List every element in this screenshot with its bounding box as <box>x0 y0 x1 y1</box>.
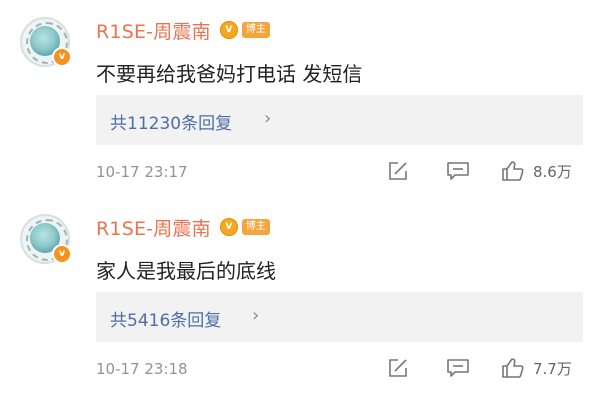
replies-count: 共5416条回复 <box>110 311 222 331</box>
share-button[interactable] <box>387 357 409 379</box>
comment-text: 家人是我最后的底线 <box>96 259 276 283</box>
share-button[interactable] <box>387 160 409 182</box>
comment-icon <box>446 160 470 182</box>
username[interactable]: R1SE-周震南 <box>96 214 211 241</box>
reply-button[interactable] <box>446 160 470 182</box>
vip-level-icon: V <box>219 218 238 236</box>
avatar[interactable]: v <box>20 17 72 67</box>
thumbs-up-icon <box>501 357 525 379</box>
view-replies-button[interactable]: 共5416条回复 › <box>96 292 583 342</box>
reply-button[interactable] <box>446 357 470 379</box>
comment-icon <box>446 357 470 379</box>
author-badge: 博主 <box>241 219 270 235</box>
view-replies-button[interactable]: 共11230条回复 › <box>96 95 583 145</box>
like-count: 8.6万 <box>533 162 572 181</box>
comment-item: v R1SE-周震南 V 博主 家人是我最后的底线 共5416条回复 › 10-… <box>0 197 600 394</box>
username[interactable]: R1SE-周震南 <box>96 17 211 44</box>
verified-icon: v <box>52 47 72 67</box>
comment-item: v R1SE-周震南 V 博主 不要再给我爸妈打电话 发短信 共11230条回复… <box>0 0 600 197</box>
thumbs-up-icon <box>501 160 525 182</box>
like-button[interactable]: 8.6万 <box>501 160 572 182</box>
like-count: 7.7万 <box>533 359 572 378</box>
author-badge: 博主 <box>241 22 270 38</box>
chevron-right-icon: › <box>264 108 272 129</box>
avatar[interactable]: v <box>20 214 72 264</box>
replies-count: 共11230条回复 <box>110 114 233 134</box>
share-icon <box>387 357 409 379</box>
comment-header: R1SE-周震南 V 博主 <box>96 17 270 44</box>
verified-icon: v <box>52 244 72 264</box>
comment-timestamp: 10-17 23:17 <box>96 163 188 181</box>
share-icon <box>387 160 409 182</box>
comment-text: 不要再给我爸妈打电话 发短信 <box>96 62 363 86</box>
comment-header: R1SE-周震南 V 博主 <box>96 214 270 241</box>
chevron-right-icon: › <box>252 305 260 326</box>
vip-level-icon: V <box>219 21 238 39</box>
like-button[interactable]: 7.7万 <box>501 357 572 379</box>
comment-timestamp: 10-17 23:18 <box>96 360 188 378</box>
